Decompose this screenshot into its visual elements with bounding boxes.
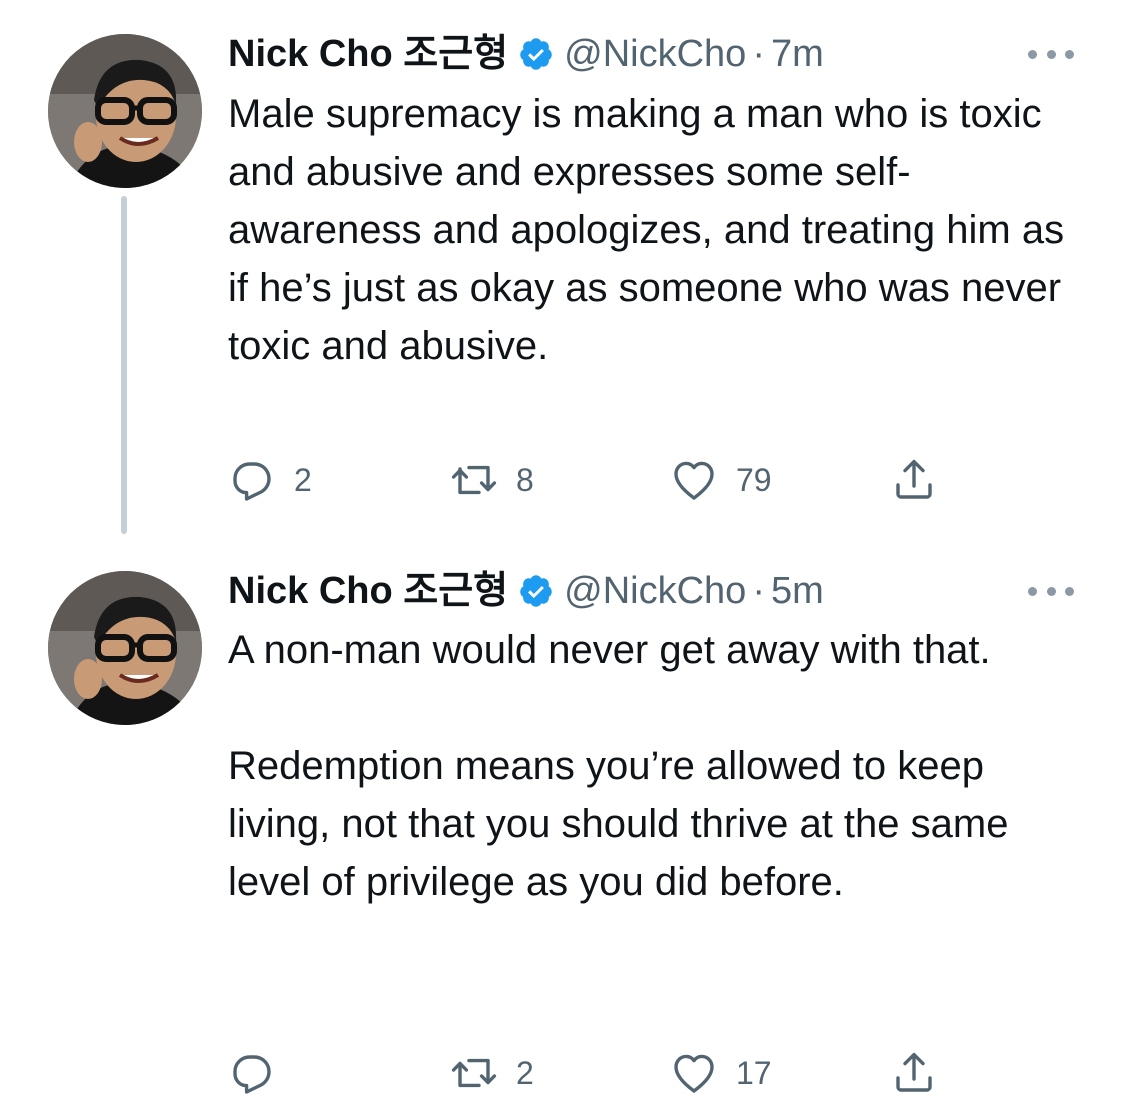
author-handle[interactable]: @NickCho [564,31,746,77]
share-button[interactable] [890,1048,938,1098]
tweet-header: Nick Cho 조근형 @NickCho · 5m [228,568,824,614]
separator-dot: · [752,570,765,612]
tweet-paragraph: A non-man would never get away with that… [228,628,991,672]
separator-dot: · [752,33,765,75]
tweet-paragraph: Redemption means you’re allowed to keep … [228,744,1009,904]
more-options-icon[interactable] [1028,47,1074,61]
reply-icon [233,462,271,501]
reply-button[interactable]: 2 [228,455,312,505]
tweet-actions: 2 17 [228,1048,968,1098]
retweet-button[interactable]: 8 [450,455,534,505]
reply-icon [233,1055,271,1094]
tweet-text: Male supremacy is making a man who is to… [228,85,1088,375]
share-icon [896,1052,932,1092]
heart-icon [674,461,714,500]
retweet-icon [451,1058,497,1088]
author-name[interactable]: Nick Cho 조근형 [228,31,508,77]
author-handle[interactable]: @NickCho [564,568,746,614]
tweet[interactable]: Nick Cho 조근형 @NickCho · 5m A non-man wou… [0,545,1125,1116]
verified-badge-icon [518,36,554,72]
tweet-timestamp[interactable]: 5m [771,568,824,614]
tweet[interactable]: Nick Cho 조근형 @NickCho · 7m Male supremac… [0,0,1125,545]
thread-connector-line [121,196,127,534]
tweet-header: Nick Cho 조근형 @NickCho · 7m [228,31,824,77]
like-count: 17 [736,1054,772,1091]
verified-badge-icon [518,573,554,609]
author-name[interactable]: Nick Cho 조근형 [228,568,508,614]
tweet-text: A non-man would never get away with that… [228,621,1088,911]
reply-count: 2 [294,461,312,498]
like-button[interactable]: 17 [670,1048,772,1098]
like-button[interactable]: 79 [670,455,772,505]
share-button[interactable] [890,455,938,505]
tweet-timestamp[interactable]: 7m [771,31,824,77]
reply-button[interactable] [228,1048,294,1098]
avatar[interactable] [48,571,202,725]
share-icon [896,459,932,499]
retweet-count: 8 [516,461,534,498]
tweet-actions: 2 8 79 [228,455,968,505]
more-options-icon[interactable] [1028,584,1074,598]
retweet-count: 2 [516,1054,534,1091]
retweet-icon [451,465,497,495]
retweet-button[interactable]: 2 [450,1048,534,1098]
heart-icon [674,1054,714,1093]
avatar[interactable] [48,34,202,188]
tweet-paragraph: Male supremacy is making a man who is to… [228,92,1065,368]
like-count: 79 [736,461,772,498]
